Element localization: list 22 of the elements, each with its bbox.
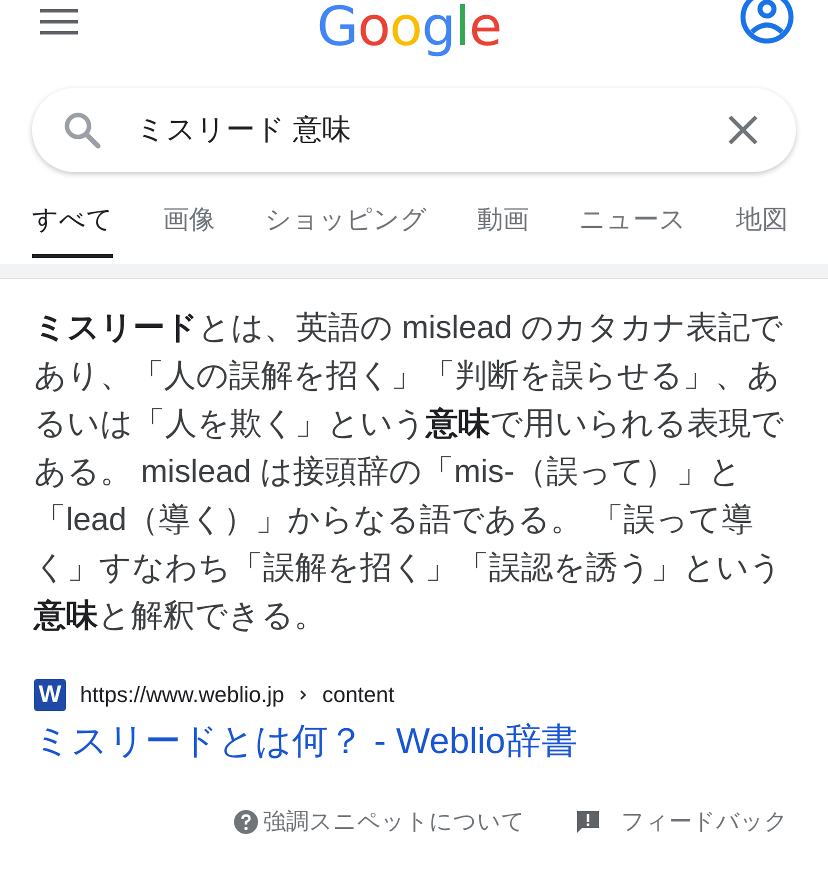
chevron-icon: [298, 689, 308, 701]
google-logo[interactable]: Google: [316, 0, 502, 58]
tab[interactable]: ショッピング: [265, 202, 427, 258]
search-icon[interactable]: [62, 110, 102, 150]
feedback-link[interactable]: フィードバック: [575, 806, 788, 837]
menu-icon[interactable]: [40, 8, 78, 36]
about-snippet-link[interactable]: 強調スニペットについて: [233, 806, 525, 837]
result-breadcrumb: content: [322, 682, 394, 708]
tab[interactable]: 動画: [477, 202, 529, 258]
result-title-link[interactable]: ミスリードとは何？ - Weblio辞書: [34, 717, 788, 766]
tab[interactable]: 地図: [736, 202, 788, 258]
help-icon: [233, 808, 259, 834]
close-icon[interactable]: [726, 113, 760, 147]
tab[interactable]: すべて: [32, 202, 113, 258]
search-field[interactable]: ミスリード 意味: [136, 114, 726, 146]
snippet-text: ミスリードとは、英語の mislead のカタカナ表記であり、「人の誤解を招く」「判断を誤らせる」、あるいは「人を欺く」という意味で用いられる表現である。 mislead は接頭辞の「mis-（誤って）」と「lead（導く）」からなる語である。 「誤って導く」すなわち「誤解を招く」「誤認を誘う」という意味と解釈できる。: [34, 308, 785, 635]
site-favicon: W: [34, 679, 66, 711]
result-url: https://www.weblio.jp: [80, 682, 284, 708]
tab[interactable]: ニュース: [579, 202, 686, 258]
feedback-icon: [575, 808, 601, 834]
tab[interactable]: 画像: [163, 202, 215, 258]
account-icon[interactable]: [740, 0, 794, 44]
